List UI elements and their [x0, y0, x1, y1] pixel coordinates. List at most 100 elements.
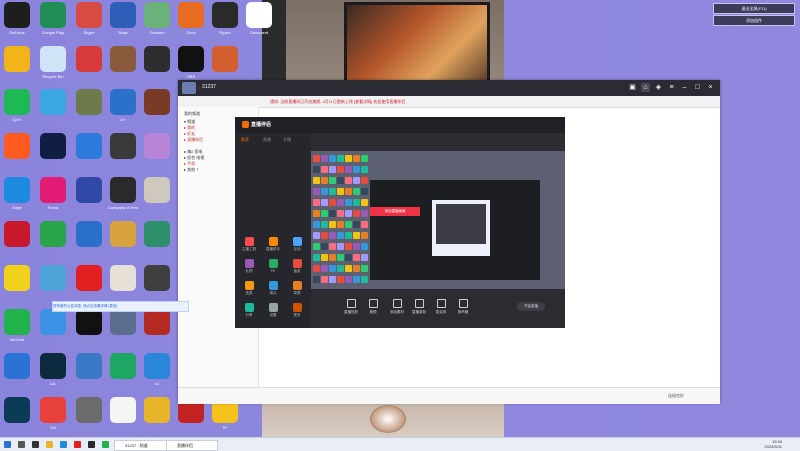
desktop-app-icon[interactable]	[4, 177, 30, 203]
desktop-app-icon[interactable]	[144, 89, 170, 115]
desktop-app-icon[interactable]	[40, 46, 66, 72]
desktop-app-icon[interactable]	[212, 46, 238, 72]
desktop-app-icon[interactable]	[4, 2, 30, 28]
tool-icon[interactable]	[293, 303, 302, 312]
desktop-app-icon[interactable]	[178, 46, 204, 72]
explorer-icon[interactable]	[46, 441, 53, 448]
desktop-app-icon[interactable]	[110, 133, 136, 159]
desktop-app-icon[interactable]	[40, 133, 66, 159]
desktop-app-icon[interactable]	[76, 2, 102, 28]
desktop-app-icon[interactable]	[76, 221, 102, 247]
speaker-button[interactable]: 扬声器	[453, 299, 473, 315]
desktop-app-icon[interactable]	[4, 89, 30, 115]
tool-icon[interactable]	[269, 259, 278, 268]
announcement-tip[interactable]: 您有新的公告消息, 请点击查看详情 [更多]	[52, 301, 189, 312]
desktop-app-icon[interactable]	[110, 353, 136, 379]
tool-icon[interactable]	[245, 237, 254, 246]
start-live-button[interactable]: 开始直播	[517, 302, 545, 311]
microphone-button[interactable]: 麦克风	[431, 299, 451, 315]
desktop-app-icon[interactable]	[144, 353, 170, 379]
desktop-app-icon[interactable]	[76, 265, 102, 291]
desktop-app-icon[interactable]	[40, 2, 66, 28]
desktop-app-icon[interactable]	[40, 177, 66, 203]
menu-icon[interactable]: ≡	[667, 83, 676, 92]
record-button[interactable]: 直播录制	[409, 299, 429, 315]
desktop-app-icon[interactable]	[144, 2, 170, 28]
desktop-app-icon[interactable]	[76, 353, 102, 379]
desktop-app-icon[interactable]	[40, 89, 66, 115]
desktop-app-icon[interactable]	[40, 353, 66, 379]
edge-icon[interactable]	[60, 441, 67, 448]
home-icon[interactable]: ⌂	[641, 83, 650, 92]
tab-live[interactable]: 直播	[263, 137, 271, 143]
tree-item[interactable]: ▸ 直播伴侣	[184, 137, 203, 143]
game-icon[interactable]: ◈	[654, 83, 663, 92]
add-scene-tab[interactable]: 添加直播画面	[370, 207, 420, 216]
search-icon[interactable]	[18, 441, 25, 448]
tool-icon[interactable]	[269, 303, 278, 312]
desktop-app-icon[interactable]	[110, 397, 136, 423]
desktop-app-icon[interactable]	[144, 177, 170, 203]
desktop-app-icon[interactable]	[144, 46, 170, 72]
desktop-app-icon[interactable]	[110, 2, 136, 28]
desktop-app-icon[interactable]	[40, 397, 66, 423]
desktop-app-icon[interactable]	[40, 265, 66, 291]
taskbar-app-channel[interactable]: 31237 - 频道	[114, 440, 170, 451]
task-view-icon[interactable]	[32, 441, 39, 448]
desktop-app-icon[interactable]	[4, 133, 30, 159]
tree-item[interactable]: ▸ 其他 7	[184, 167, 198, 173]
maximize-icon[interactable]: □	[693, 83, 702, 92]
app-icon[interactable]	[74, 441, 81, 448]
desktop-app-icon[interactable]	[144, 221, 170, 247]
desktop-app-icon[interactable]	[76, 133, 102, 159]
desktop-app-icon[interactable]	[76, 46, 102, 72]
desktop-app-icon[interactable]	[4, 221, 30, 247]
tool-icon[interactable]	[245, 303, 254, 312]
desktop-app-icon[interactable]	[246, 2, 272, 28]
window-titlebar[interactable]: 31237 ▣ ⌂ ◈ ≡ – □ ×	[178, 80, 720, 96]
desktop-app-icon[interactable]	[110, 177, 136, 203]
tab-start[interactable]: 开播	[283, 137, 291, 143]
desktop-app-icon[interactable]	[178, 2, 204, 28]
desktop-app-icon[interactable]	[110, 221, 136, 247]
app-icon[interactable]	[102, 441, 109, 448]
app-icon[interactable]	[88, 441, 95, 448]
desktop-app-icon[interactable]	[76, 177, 102, 203]
tool-icon[interactable]	[245, 259, 254, 268]
desktop-app-icon[interactable]	[4, 265, 30, 291]
desktop-app-icon[interactable]	[144, 397, 170, 423]
tool-icon[interactable]	[293, 259, 302, 268]
desktop-app-icon[interactable]	[110, 89, 136, 115]
replay-button[interactable]: 直播回放	[341, 299, 361, 315]
desktop-app-icon[interactable]	[110, 265, 136, 291]
start-icon[interactable]	[4, 441, 11, 448]
desktop-app-icon[interactable]	[144, 309, 170, 335]
minimize-icon[interactable]: –	[680, 83, 689, 92]
desktop-app-icon[interactable]	[76, 89, 102, 115]
close-icon[interactable]: ×	[706, 83, 715, 92]
desktop-app-icon[interactable]	[212, 2, 238, 28]
desktop-app-icon[interactable]	[40, 309, 66, 335]
exit-fullscreen-button[interactable]: 退出全屏(F11)	[713, 3, 795, 14]
desktop-app-icon[interactable]	[4, 309, 30, 335]
tab-recommend[interactable]: 推荐	[241, 137, 249, 143]
desktop-app-icon[interactable]	[144, 133, 170, 159]
add-widget-button[interactable]: 添加组件	[713, 15, 795, 26]
tree-item[interactable]: 我的频道	[184, 111, 200, 117]
tool-icon[interactable]	[269, 281, 278, 290]
clock[interactable]: 19:34 2023/5/11	[756, 439, 783, 449]
desktop-app-icon[interactable]	[76, 397, 102, 423]
desktop-app-icon[interactable]	[110, 309, 136, 335]
notice-text[interactable]: 通知: 当前直播间已开启美颜, 5月11日更新上线 [查看详情] 欢迎使用直播伴…	[270, 99, 405, 105]
desktop-app-icon[interactable]	[4, 353, 30, 379]
tool-icon[interactable]	[293, 281, 302, 290]
tool-icon[interactable]	[245, 281, 254, 290]
live-icon[interactable]: ▣	[628, 83, 637, 92]
desktop-app-icon[interactable]	[144, 265, 170, 291]
desktop-app-icon[interactable]	[110, 46, 136, 72]
avatar[interactable]	[182, 82, 196, 94]
tool-icon[interactable]	[293, 237, 302, 246]
desktop-app-icon[interactable]	[4, 397, 30, 423]
desktop-app-icon[interactable]	[4, 46, 30, 72]
beauty-button[interactable]: 美颜	[363, 299, 383, 315]
